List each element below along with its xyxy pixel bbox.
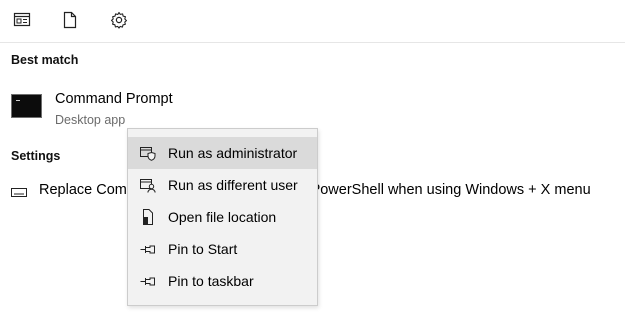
documents-icon[interactable] — [60, 10, 80, 30]
menu-item-label: Run as administrator — [168, 145, 298, 161]
keyboard-icon — [11, 185, 27, 203]
pin-icon — [140, 241, 156, 257]
settings-header: Settings — [11, 149, 61, 163]
menu-item-label: Open file location — [168, 209, 277, 225]
file-icon — [140, 209, 156, 225]
menu-item-pin-to-taskbar[interactable]: Pin to taskbar — [128, 265, 317, 297]
result-subtitle: Desktop app — [55, 113, 126, 127]
menu-item-pin-to-start[interactable]: Pin to Start — [128, 233, 317, 265]
best-match-result[interactable]: Command Prompt Desktop app — [0, 86, 625, 134]
menu-item-run-as-administrator[interactable]: Run as administrator — [128, 137, 317, 169]
menu-item-label: Pin to Start — [168, 241, 238, 257]
menu-item-run-as-different-user[interactable]: Run as different user — [128, 169, 317, 201]
menu-item-label: Run as different user — [168, 177, 298, 193]
command-prompt-icon — [11, 94, 42, 118]
search-filter-bar — [0, 0, 625, 43]
settings-icon[interactable] — [109, 10, 129, 30]
user-icon — [140, 177, 156, 193]
result-title: Command Prompt — [55, 91, 173, 107]
shield-icon — [140, 145, 156, 161]
menu-item-open-file-location[interactable]: Open file location — [128, 201, 317, 233]
best-match-header: Best match — [11, 53, 79, 67]
apps-icon[interactable] — [12, 10, 32, 30]
menu-item-label: Pin to taskbar — [168, 273, 254, 289]
context-menu: Run as administrator Run as different us… — [127, 128, 318, 306]
pin-icon — [140, 273, 156, 289]
